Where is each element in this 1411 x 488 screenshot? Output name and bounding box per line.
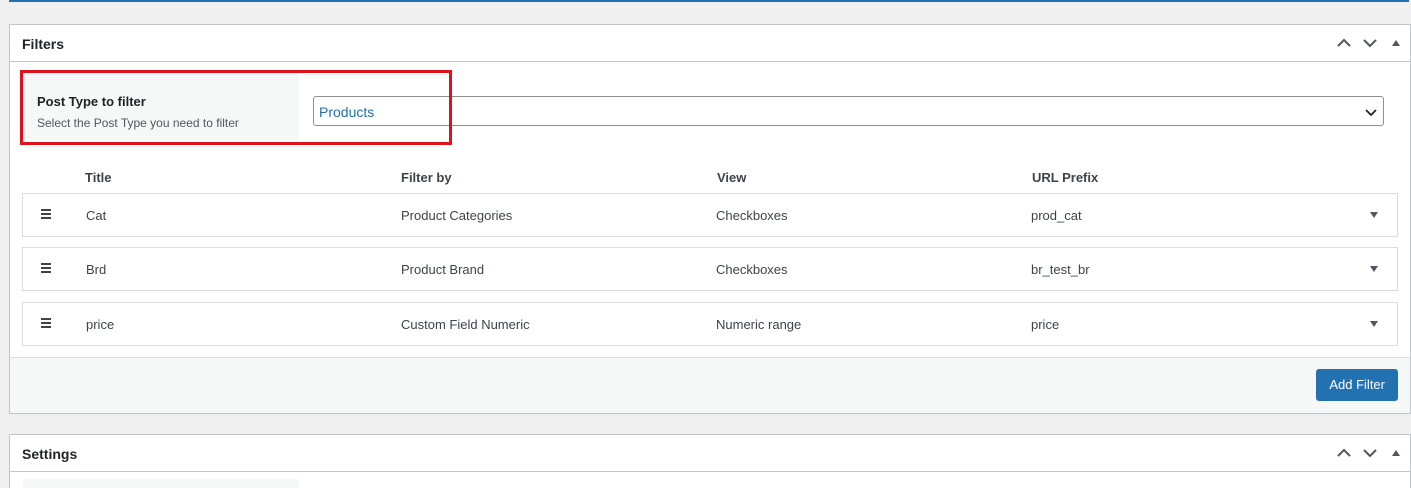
triangle-up-icon xyxy=(1392,40,1400,46)
move-down-button[interactable] xyxy=(1359,32,1381,54)
settings-title: Settings xyxy=(22,446,78,462)
post-type-label: Post Type to filter xyxy=(37,94,146,109)
triangle-down-icon xyxy=(1370,321,1378,327)
chevron-down-icon xyxy=(1363,449,1377,458)
filter-title: Brd xyxy=(86,262,107,277)
add-filter-button[interactable]: Add Filter xyxy=(1316,369,1398,401)
toggle-panel-button[interactable] xyxy=(1385,442,1407,464)
filters-postbox: Filters Post Type to filter Select the P… xyxy=(9,24,1411,414)
post-type-selected-value: Products xyxy=(319,104,375,120)
move-up-button[interactable] xyxy=(1333,442,1355,464)
post-type-description: Select the Post Type you need to filter xyxy=(37,116,239,130)
chevron-up-icon xyxy=(1337,448,1351,457)
move-down-button[interactable] xyxy=(1359,442,1381,464)
column-header-view: View xyxy=(717,170,747,185)
toggle-panel-button[interactable] xyxy=(1385,32,1407,54)
filters-footer: Add Filter xyxy=(10,357,1410,413)
filters-header: Filters xyxy=(10,25,1410,62)
row-toggle-button[interactable] xyxy=(1367,262,1381,276)
column-header-url-prefix: URL Prefix xyxy=(1032,170,1099,185)
filter-view: Checkboxes xyxy=(716,262,788,277)
filter-by: Custom Field Numeric xyxy=(401,317,530,332)
filter-by: Product Categories xyxy=(401,208,513,223)
top-accent-line xyxy=(9,0,1409,2)
settings-label-cell xyxy=(23,479,299,488)
drag-handle-icon[interactable] xyxy=(41,263,55,275)
filter-title: price xyxy=(86,317,115,332)
filter-row[interactable]: price Custom Field Numeric Numeric range… xyxy=(22,302,1398,346)
move-up-button[interactable] xyxy=(1333,32,1355,54)
settings-postbox: Settings xyxy=(9,434,1411,488)
post-type-row: Post Type to filter Select the Post Type… xyxy=(21,73,1398,140)
settings-header: Settings xyxy=(10,435,1410,472)
filter-url-prefix: price xyxy=(1031,317,1060,332)
filter-url-prefix: prod_cat xyxy=(1031,208,1082,223)
filter-view: Numeric range xyxy=(716,317,802,332)
row-toggle-button[interactable] xyxy=(1367,208,1381,222)
drag-handle-icon[interactable] xyxy=(41,209,55,221)
column-header-title: Title xyxy=(85,170,112,185)
row-toggle-button[interactable] xyxy=(1367,317,1381,331)
drag-handle-icon[interactable] xyxy=(41,318,55,330)
filter-view: Checkboxes xyxy=(716,208,788,223)
filter-by: Product Brand xyxy=(401,262,485,277)
filter-row[interactable]: Brd Product Brand Checkboxes br_test_br xyxy=(22,247,1398,291)
triangle-up-icon xyxy=(1392,450,1400,456)
chevron-down-icon xyxy=(1365,105,1377,120)
filter-row[interactable]: Cat Product Categories Checkboxes prod_c… xyxy=(22,193,1398,237)
chevron-down-icon xyxy=(1363,39,1377,48)
triangle-down-icon xyxy=(1370,266,1378,272)
filter-title: Cat xyxy=(86,208,107,223)
chevron-up-icon xyxy=(1337,38,1351,47)
post-type-select[interactable]: Products xyxy=(313,96,1384,126)
triangle-down-icon xyxy=(1370,212,1378,218)
filters-title: Filters xyxy=(22,36,65,52)
filter-url-prefix: br_test_br xyxy=(1031,262,1090,277)
column-header-filter-by: Filter by xyxy=(401,170,452,185)
post-type-label-cell: Post Type to filter Select the Post Type… xyxy=(21,73,299,140)
